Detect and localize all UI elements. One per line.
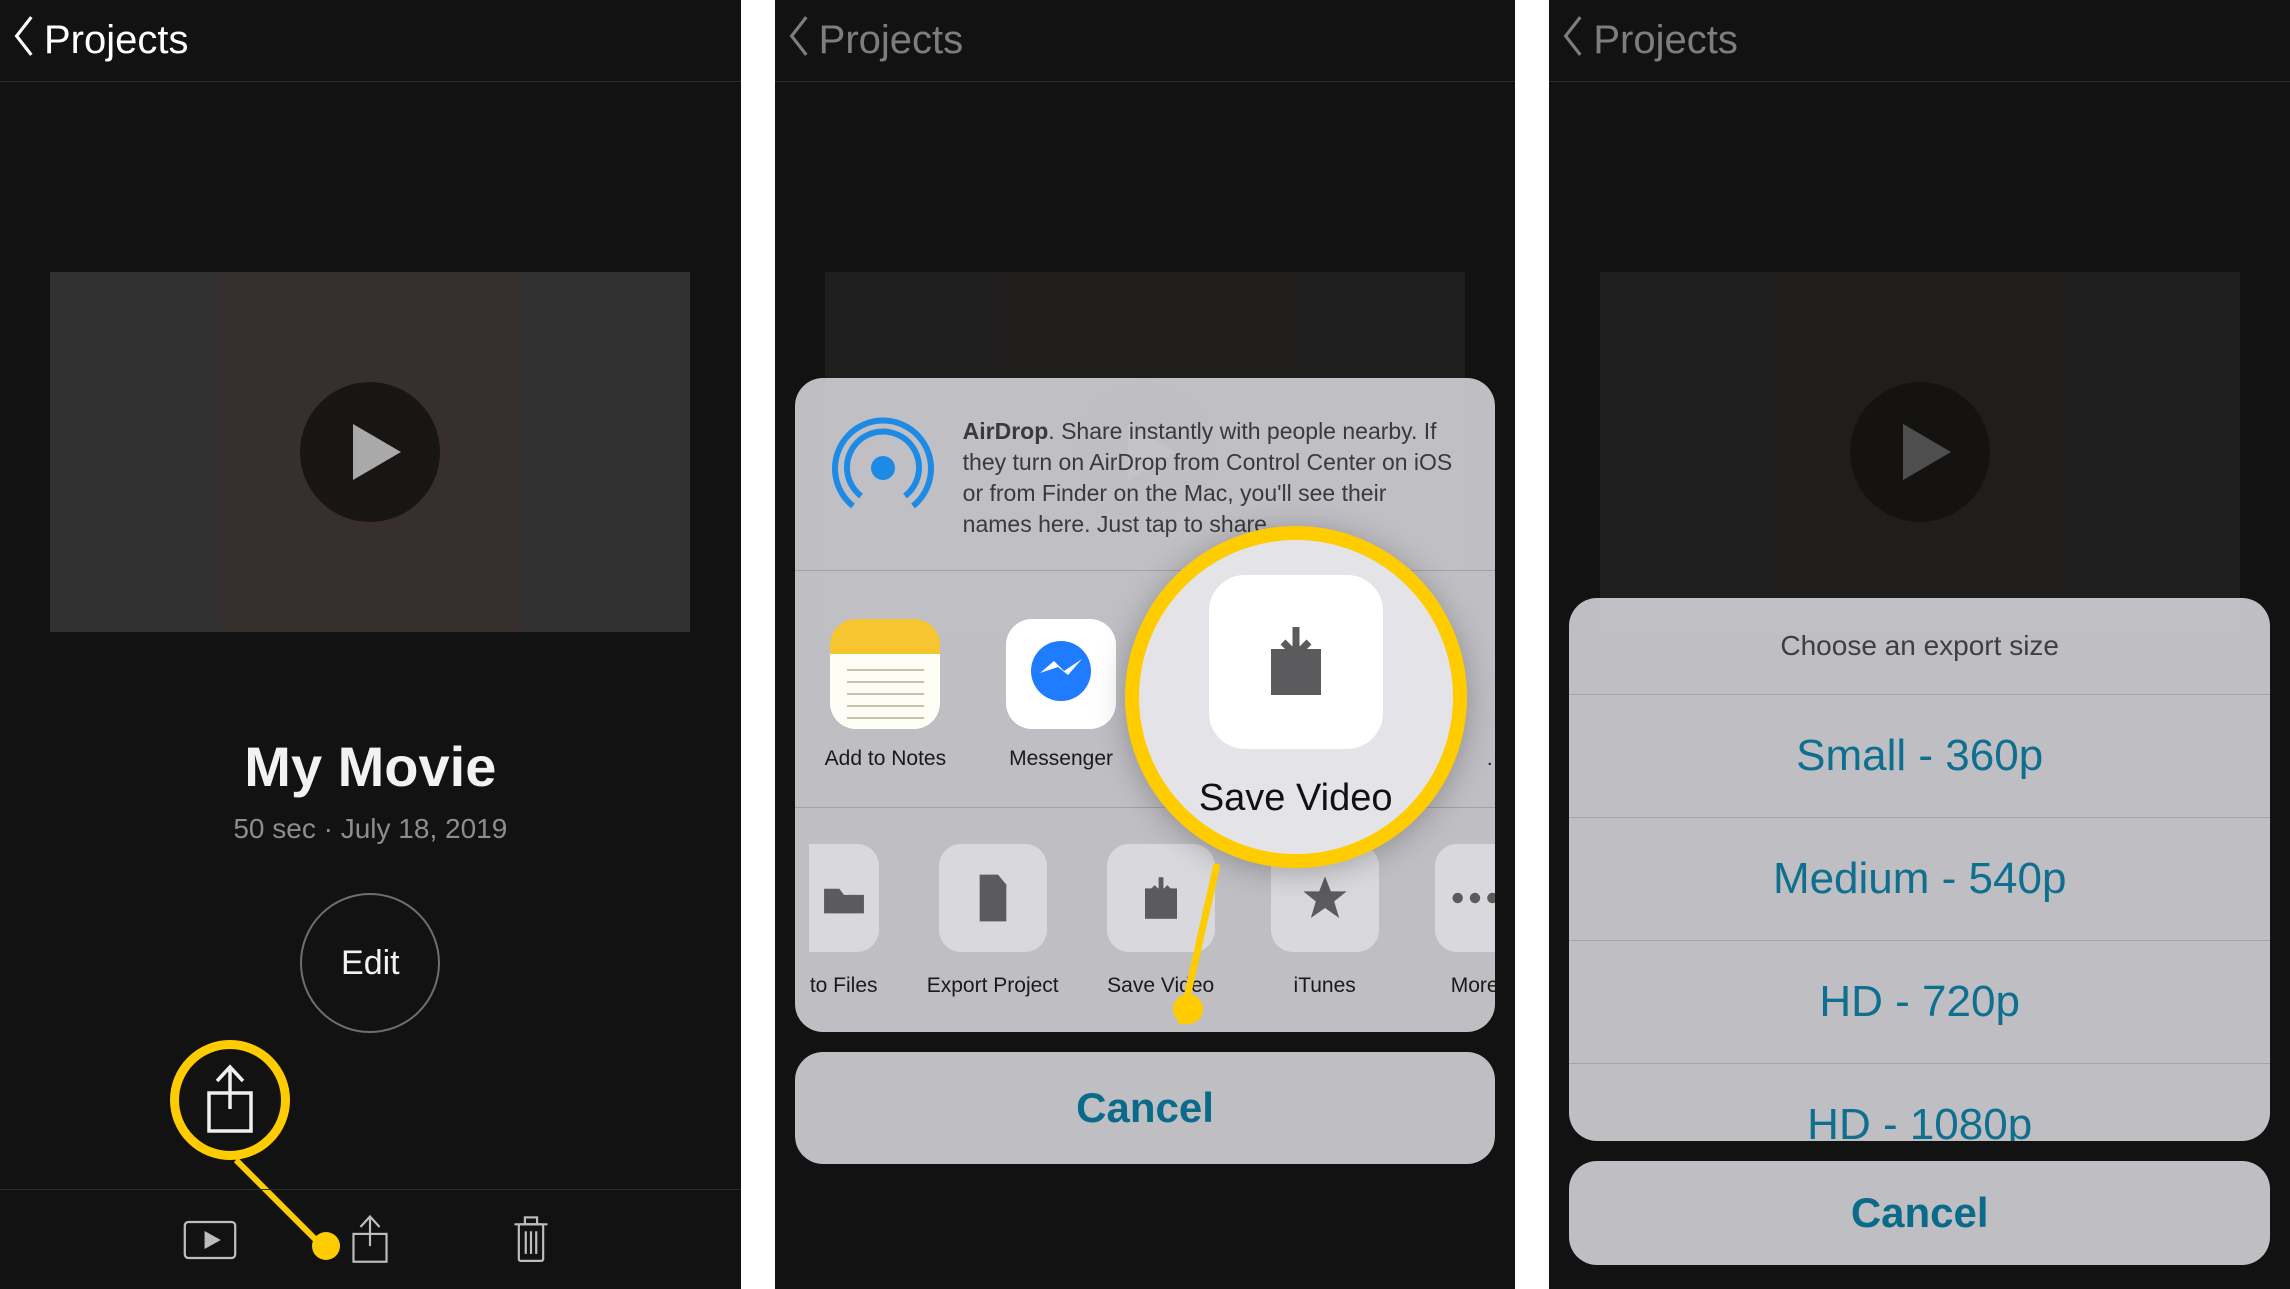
navbar: Projects	[0, 0, 741, 82]
panel-export-size: Projects Choose an export size Small - 3…	[1549, 0, 2290, 1289]
back-label: Projects	[1593, 18, 1738, 63]
back-button[interactable]: Projects	[787, 15, 964, 67]
export-option-1080p[interactable]: HD - 1080p	[1569, 1064, 2270, 1141]
chevron-left-icon	[1561, 15, 1587, 67]
video-thumbnail[interactable]	[50, 272, 690, 632]
back-button[interactable]: Projects	[12, 15, 189, 67]
play-button[interactable]	[300, 382, 440, 522]
play-icon	[1893, 420, 1957, 484]
chevron-left-icon	[787, 15, 813, 67]
pillarbox-right	[520, 272, 690, 632]
back-label: Projects	[44, 18, 189, 63]
play-rect-icon	[183, 1220, 237, 1260]
highlight-circle-share	[170, 1040, 290, 1160]
play-button[interactable]	[1850, 382, 1990, 522]
play-fullscreen-button[interactable]	[180, 1210, 240, 1270]
back-label: Projects	[819, 18, 964, 63]
delete-button[interactable]	[501, 1210, 561, 1270]
back-button[interactable]: Projects	[1561, 15, 1738, 67]
navbar: Projects	[775, 0, 1516, 82]
highlight-dot	[1173, 994, 1203, 1024]
share-button[interactable]	[340, 1210, 400, 1270]
export-size-title: Choose an export size	[1569, 598, 2270, 695]
triptych-root: Projects My Movie 50 sec · July 18, 2019…	[0, 0, 2290, 1289]
play-icon	[343, 420, 407, 484]
export-size-sheet: Choose an export size Small - 360p Mediu…	[1569, 598, 2270, 1265]
project-meta: 50 sec · July 18, 2019	[0, 813, 741, 845]
export-size-card: Choose an export size Small - 360p Mediu…	[1569, 598, 2270, 1141]
highlight-label: Save Video	[1199, 777, 1393, 820]
project-title: My Movie	[0, 734, 741, 799]
export-option-720p[interactable]: HD - 720p	[1569, 941, 2270, 1064]
video-frame	[220, 272, 520, 632]
save-video-icon-large	[1209, 575, 1383, 749]
navbar: Projects	[1549, 0, 2290, 82]
export-option-540p[interactable]: Medium - 540p	[1569, 818, 2270, 941]
chevron-left-icon	[12, 15, 38, 67]
panel-project-detail: Projects My Movie 50 sec · July 18, 2019…	[0, 0, 741, 1289]
export-option-360p[interactable]: Small - 360p	[1569, 695, 2270, 818]
video-thumbnail	[1600, 272, 2240, 632]
pillarbox-left	[50, 272, 220, 632]
panel-share-sheet: Projects	[775, 0, 1516, 1289]
bottom-toolbar	[0, 1189, 741, 1289]
share-icon	[201, 1063, 259, 1137]
cancel-button[interactable]: Cancel	[1569, 1161, 2270, 1265]
cancel-label: Cancel	[1851, 1189, 1989, 1237]
share-icon	[350, 1214, 390, 1266]
trash-icon	[511, 1215, 551, 1265]
edit-label: Edit	[341, 944, 400, 983]
highlight-circle-save-video: Save Video	[1125, 526, 1467, 868]
edit-button[interactable]: Edit	[300, 893, 440, 1033]
